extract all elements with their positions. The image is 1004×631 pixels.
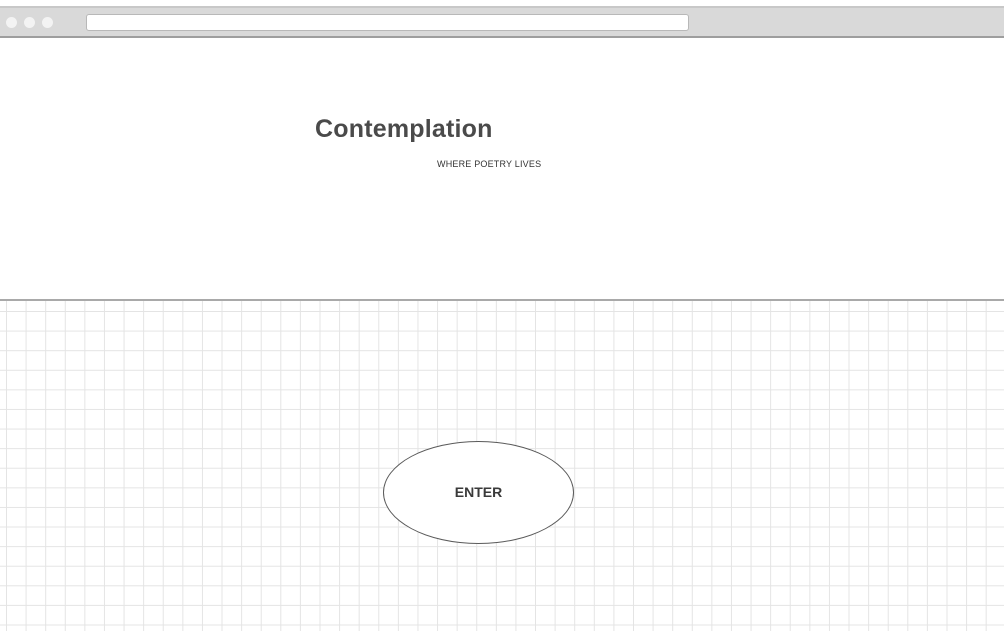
address-bar[interactable] [86,14,689,31]
enter-button[interactable]: ENTER [383,441,574,544]
page-title: Contemplation [315,115,493,143]
grid-background: ENTER [0,301,1004,631]
tagline: WHERE POETRY LIVES [437,159,542,169]
close-window-dot-icon[interactable] [6,17,17,28]
maximize-window-dot-icon[interactable] [42,17,53,28]
browser-toolbar [0,6,1004,38]
page-header: Contemplation WHERE POETRY LIVES [0,40,1004,299]
minimize-window-dot-icon[interactable] [24,17,35,28]
enter-button-label: ENTER [454,483,503,500]
